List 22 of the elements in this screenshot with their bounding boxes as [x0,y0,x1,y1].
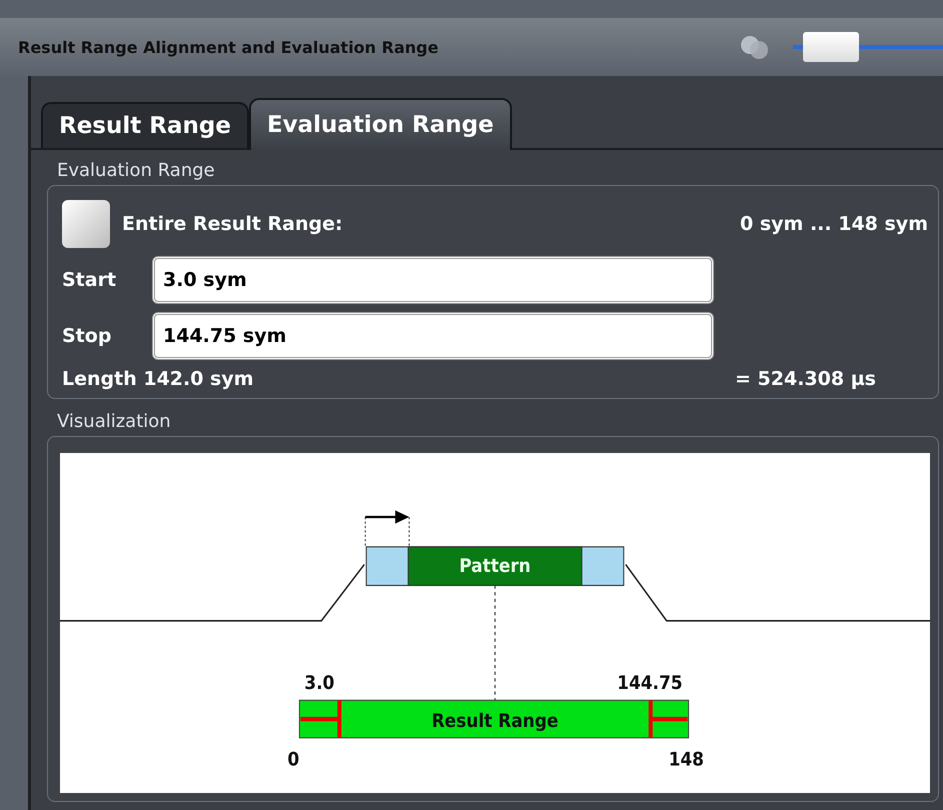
group-title: Visualization [57,411,172,432]
checkbox[interactable] [62,200,110,248]
input-field[interactable]: 3.0 sym [152,256,714,304]
arrow-icon [364,510,410,547]
tab[interactable]: Evaluation Range [248,98,512,150]
tab[interactable]: Result Range [41,102,249,148]
field-label: Stop [62,325,112,347]
range-text: 0 sym ... 148 sym [740,213,928,235]
duration-text: = 524.308 µs [735,368,876,390]
checkbox-label: Entire Result Range: [122,213,343,235]
window-title: Result Range Alignment and Evaluation Range [18,38,440,56]
range-start-value: 0 [287,748,300,771]
field-label: Start [62,269,118,291]
input-field[interactable]: 144.75 sym [152,312,714,360]
start-value: 3.0 [304,672,334,694]
length-text: Length 142.0 sym [62,368,254,390]
group-title: Evaluation Range [57,160,216,181]
result-range-label: Result Range [432,710,558,732]
pattern-label: Pattern [459,555,531,578]
range-end-value: 148 [668,748,704,771]
toggle-switch[interactable] [793,32,943,62]
stop-value: 144.75 [617,672,683,694]
